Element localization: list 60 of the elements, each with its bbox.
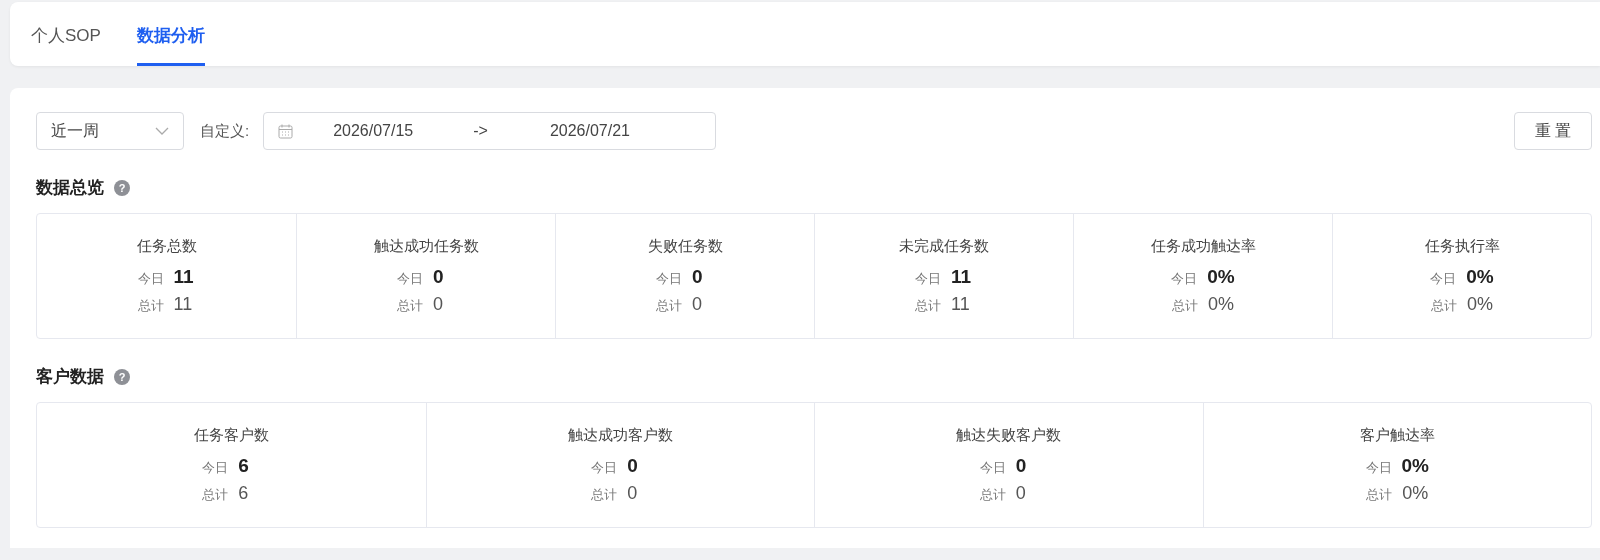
reset-button[interactable]: 重 置: [1514, 112, 1592, 150]
section-title: 客户数据: [36, 366, 104, 388]
stat-title: 任务客户数: [193, 426, 269, 445]
stat-title: 任务执行率: [1424, 237, 1500, 256]
today-label: 今日: [137, 270, 164, 288]
chevron-down-icon: [155, 127, 169, 135]
total-value: 0%: [1402, 483, 1429, 504]
today-label: 今日: [656, 270, 682, 288]
total-value: 0: [627, 483, 639, 504]
today-value: 6: [238, 455, 250, 477]
total-value: 11: [951, 294, 971, 315]
today-value: 0%: [1466, 266, 1494, 288]
total-value: 0: [1015, 483, 1027, 504]
stat-title: 任务成功触达率: [1150, 237, 1256, 256]
total-value: 6: [238, 483, 250, 504]
total-label: 总计: [397, 297, 423, 315]
total-label: 总计: [137, 297, 164, 315]
total-value: 0%: [1467, 294, 1493, 315]
stat-title: 客户触达率: [1359, 426, 1435, 445]
calendar-icon: [278, 123, 294, 139]
today-label: 今日: [1430, 270, 1457, 288]
today-value: 0: [1015, 455, 1028, 477]
total-label: 总计: [656, 297, 682, 315]
stat-title: 触达失败客户数: [956, 426, 1062, 445]
today-label: 今日: [1171, 270, 1198, 288]
date-range-field[interactable]: 2026/07/15 -> 2026/07/21: [263, 112, 717, 150]
today-label: 今日: [979, 459, 1006, 477]
total-value: 0: [433, 294, 444, 315]
section-title: 数据总览: [36, 177, 104, 199]
total-label: 总计: [1431, 297, 1457, 315]
today-value: 0: [692, 266, 704, 288]
today-value: 0: [627, 455, 639, 477]
total-label: 总计: [979, 486, 1006, 504]
total-value: 0: [692, 294, 703, 315]
today-value: 0: [433, 266, 445, 288]
stat-title: 触达成功客户数: [567, 426, 673, 445]
total-value: 11: [173, 294, 194, 315]
today-label: 今日: [591, 459, 618, 477]
today-value: 0%: [1207, 266, 1235, 288]
stat-title: 未完成任务数: [899, 237, 989, 256]
stat-title: 任务总数: [136, 237, 197, 256]
total-label: 总计: [915, 297, 941, 315]
total-label: 总计: [1366, 486, 1393, 504]
tab[interactable]: 个人SOP: [31, 2, 101, 66]
today-label: 今日: [915, 270, 941, 288]
today-value: 0%: [1401, 455, 1429, 477]
stat-title: 触达成功任务数: [373, 237, 479, 256]
total-label: 总计: [1172, 297, 1198, 315]
total-label: 总计: [591, 486, 618, 504]
today-value: 11: [173, 266, 195, 288]
total-value: 0%: [1208, 294, 1234, 315]
today-label: 今日: [202, 459, 229, 477]
total-label: 总计: [202, 486, 229, 504]
custom-label: 自定义:: [200, 121, 250, 141]
today-label: 今日: [397, 270, 423, 288]
today-value: 11: [951, 266, 973, 288]
stat-title: 失败任务数: [647, 237, 723, 256]
tab[interactable]: 数据分析: [136, 2, 205, 66]
period-select[interactable]: 近一周: [36, 112, 184, 150]
today-label: 今日: [1365, 459, 1392, 477]
